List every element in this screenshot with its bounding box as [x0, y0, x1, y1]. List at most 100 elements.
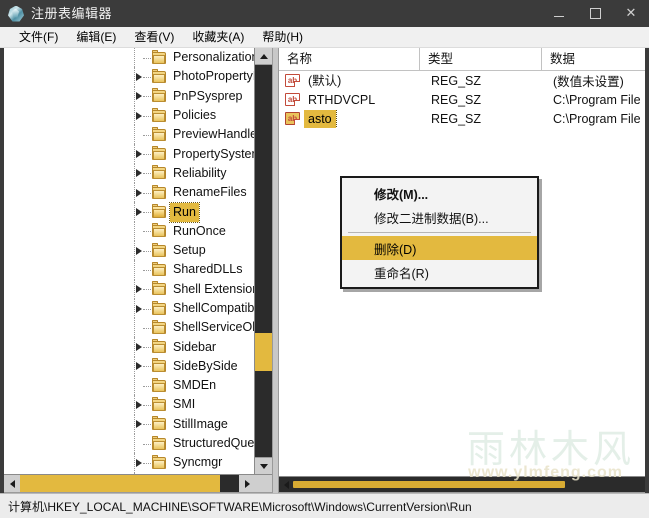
value-name-cell: RTHDVCPL — [304, 91, 423, 109]
tree-item[interactable]: SMI — [4, 395, 272, 415]
column-header-name[interactable]: 名称 — [279, 48, 419, 70]
expand-arrow-icon[interactable] — [136, 208, 142, 217]
tree-scroll-area: Personalization PhotoPropertyHan PnPSyspre… — [4, 48, 272, 474]
tree-item[interactable]: PnPSysprep — [4, 86, 272, 106]
value-type-cell: REG_SZ — [431, 73, 482, 88]
tree-item-label: Syncmgr — [173, 455, 223, 470]
expand-arrow-icon[interactable] — [136, 92, 142, 101]
expand-arrow-icon[interactable] — [136, 362, 142, 371]
tree-item[interactable]: Run — [4, 201, 272, 223]
tree-dash-line — [143, 443, 151, 446]
tree-hscroll-thumb[interactable] — [20, 475, 220, 492]
tree-dash-line — [143, 269, 151, 272]
minimize-button[interactable] — [541, 0, 577, 27]
tree-item[interactable]: Personalization — [4, 48, 272, 68]
scroll-right-button[interactable] — [239, 475, 255, 492]
expand-arrow-icon[interactable] — [136, 304, 142, 313]
tree-item-label: Sidebar — [173, 339, 217, 354]
tree-item[interactable]: PreviewHandlers — [4, 125, 272, 145]
tree-dash-line — [143, 308, 151, 311]
tree-item[interactable]: PhotoPropertyHan — [4, 67, 272, 87]
tree-item[interactable]: StructuredQuery — [4, 433, 272, 454]
context-menu-item[interactable]: 修改二进制数据(B)... — [342, 205, 537, 229]
column-header-data[interactable]: 数据 — [541, 48, 645, 70]
tree-scroll-thumb[interactable] — [255, 333, 272, 371]
list-hscroll-thumb[interactable] — [293, 481, 565, 488]
maximize-button[interactable] — [577, 0, 613, 27]
scroll-left-button[interactable] — [4, 475, 20, 492]
context-menu-item[interactable]: 修改(M)... — [342, 181, 537, 205]
column-header-type[interactable]: 类型 — [419, 48, 541, 70]
scroll-up-button[interactable] — [255, 48, 272, 65]
folder-icon — [152, 435, 166, 450]
tree-item[interactable]: PropertySystem — [4, 144, 272, 164]
menu-view[interactable]: 查看(V) — [125, 28, 183, 46]
folder-icon — [152, 223, 166, 238]
context-menu-item[interactable]: 删除(D) — [342, 236, 537, 260]
tree-item[interactable]: RunOnce — [4, 221, 272, 241]
tree-item[interactable]: Reliability — [4, 163, 272, 184]
list-hscroll-track[interactable] — [293, 481, 645, 488]
tree-item-label: Personalization — [173, 50, 259, 65]
tree-item[interactable]: ShellCompatibility — [4, 298, 272, 319]
menu-file[interactable]: 文件(F) — [10, 28, 67, 46]
value-data-cell: C:\Program File — [553, 111, 641, 126]
title-bar: 注册表编辑器 ✕ — [0, 0, 649, 27]
table-row[interactable]: ab (默认) REG_SZ (数值未设置) — [279, 71, 645, 90]
tree-item[interactable]: RenameFiles — [4, 183, 272, 203]
close-button[interactable]: ✕ — [613, 0, 649, 27]
tree-item[interactable]: Shell Extensions — [4, 279, 272, 299]
tree-item[interactable]: StillImage — [4, 414, 272, 434]
folder-icon — [152, 261, 166, 276]
tree-item[interactable]: SharedDLLs — [4, 260, 272, 280]
tree-dash-line — [143, 192, 151, 195]
expand-arrow-icon[interactable] — [136, 285, 142, 294]
expand-arrow-icon[interactable] — [136, 72, 142, 81]
expand-arrow-icon[interactable] — [136, 246, 142, 255]
expand-arrow-icon[interactable] — [136, 400, 142, 409]
menu-help[interactable]: 帮助(H) — [253, 28, 312, 46]
list-scroll-left-button[interactable] — [279, 480, 293, 489]
folder-icon — [152, 242, 166, 257]
tree-item[interactable]: Setup — [4, 240, 272, 261]
tree-dash-line — [143, 134, 151, 137]
window-title: 注册表编辑器 — [31, 6, 113, 21]
scroll-down-button[interactable] — [255, 457, 272, 474]
list-horizontal-scrollbar[interactable] — [279, 476, 645, 492]
tree-item[interactable]: ShellServiceObjectI — [4, 318, 272, 338]
tree-horizontal-scrollbar[interactable] — [4, 474, 272, 492]
tree-item[interactable]: SideBySide — [4, 356, 272, 377]
expand-arrow-icon[interactable] — [136, 458, 142, 467]
tree-item[interactable]: Syncmgr — [4, 453, 272, 473]
expand-arrow-icon[interactable] — [136, 343, 142, 352]
tree-hscroll-track[interactable] — [20, 475, 239, 492]
tree-item-label: Run — [169, 201, 200, 223]
table-row[interactable]: ab RTHDVCPL REG_SZ C:\Program File — [279, 90, 645, 109]
expand-arrow-icon[interactable] — [136, 169, 142, 178]
tree-dash-line — [143, 385, 151, 388]
tree-vertical-scrollbar[interactable] — [254, 48, 272, 474]
tree-dash-line — [143, 76, 151, 79]
expand-arrow-icon[interactable] — [136, 111, 142, 120]
tree-dash-line — [143, 212, 151, 214]
expand-arrow-icon[interactable] — [136, 420, 142, 429]
context-menu-item[interactable]: 重命名(R) — [342, 260, 537, 284]
value-name-text: RTHDVCPL — [308, 92, 376, 107]
menu-edit[interactable]: 编辑(E) — [67, 28, 125, 46]
menu-bar: 文件(F) 编辑(E) 查看(V) 收藏夹(A) 帮助(H) — [0, 27, 649, 48]
tree-dash-line — [143, 289, 151, 291]
value-type-cell: REG_SZ — [431, 92, 482, 107]
expand-arrow-icon[interactable] — [136, 150, 142, 159]
tree-item[interactable]: Sidebar — [4, 337, 272, 357]
tree-item-label: Policies — [173, 108, 217, 123]
client-area: Personalization PhotoPropertyHan PnPSyspre… — [0, 48, 649, 493]
folder-icon — [152, 300, 166, 315]
tree-item[interactable]: Policies — [4, 105, 272, 126]
menu-favorites[interactable]: 收藏夹(A) — [183, 28, 253, 46]
tree-guide-line — [134, 125, 136, 145]
table-row[interactable]: ab asto REG_SZ C:\Program File — [279, 109, 645, 128]
tree-dash-line — [143, 57, 151, 60]
tree-item[interactable]: SMDEn — [4, 376, 272, 396]
tree-dash-line — [143, 366, 151, 368]
expand-arrow-icon[interactable] — [136, 188, 142, 197]
